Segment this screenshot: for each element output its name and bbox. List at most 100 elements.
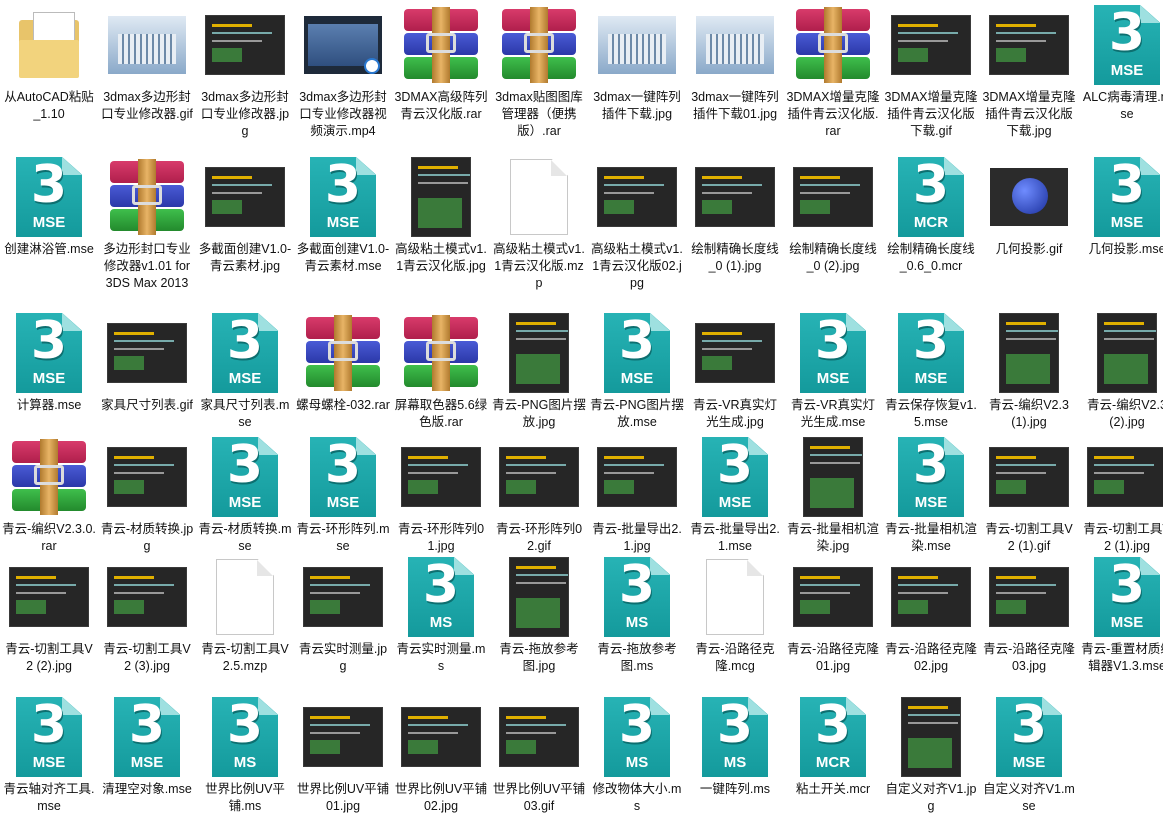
file-item[interactable]: 世界比例UV平铺01.jpg (294, 696, 392, 815)
file-item[interactable]: 青云-沿路径克隆.mcg (686, 556, 784, 675)
image-thumbnail-icon (891, 4, 971, 86)
file-item[interactable]: 自定义对齐V1.jpg (882, 696, 980, 815)
image-thumbnail-icon (989, 556, 1069, 638)
file-item[interactable]: 青云-编织V2.3 (2).jpg (1078, 312, 1163, 431)
file-item[interactable]: 3DMAX增量克隆插件青云汉化版下载.jpg (980, 4, 1078, 140)
file-item[interactable]: 青云-编织V2.3.0.rar (0, 436, 98, 555)
maxscript-file-icon: 3 MSE (1087, 556, 1163, 638)
image-thumbnail-icon (793, 156, 873, 238)
file-item[interactable]: 青云-切割工具V2 (3).jpg (98, 556, 196, 675)
file-item[interactable]: 世界比例UV平铺02.jpg (392, 696, 490, 815)
file-name-label: 绘制精确长度线_0 (2).jpg (789, 242, 877, 273)
file-item[interactable]: 青云-环形阵列01.jpg (392, 436, 490, 555)
winrar-archive-icon (9, 436, 89, 518)
file-name-label: 青云-VR真实灯光生成.mse (790, 398, 876, 429)
file-item[interactable]: 青云-拖放参考图.jpg (490, 556, 588, 675)
file-item[interactable]: 青云-切割工具V2 (1).gif (980, 436, 1078, 555)
maxscript-file-icon: 3 MS (597, 696, 677, 778)
file-item[interactable]: 青云-批量导出2.1.jpg (588, 436, 686, 555)
file-item[interactable]: 3 MSE 青云-环形阵列.mse (294, 436, 392, 555)
file-item[interactable]: 3 MSE 青云-PNG图片摆放.mse (588, 312, 686, 431)
file-item[interactable]: 青云-PNG图片摆放.jpg (490, 312, 588, 431)
file-item[interactable]: 3dmax多边形封口专业修改器.jpg (196, 4, 294, 140)
file-item[interactable]: 3 MSE 几何投影.mse (1078, 156, 1163, 258)
file-item[interactable]: 3 MSE 青云-批量导出2.1.mse (686, 436, 784, 555)
file-name-label: 3DMAX增量克隆插件青云汉化版下载.gif (884, 90, 978, 138)
file-item[interactable]: 3 MSE 创建淋浴管.mse (0, 156, 98, 258)
file-item[interactable]: 青云-切割工具V2 (1).jpg (1078, 436, 1163, 555)
file-item[interactable]: 家具尺寸列表.gif (98, 312, 196, 414)
file-item[interactable]: 3DMAX增量克隆插件青云汉化版.rar (784, 4, 882, 140)
file-item[interactable]: 世界比例UV平铺03.gif (490, 696, 588, 815)
file-item[interactable]: 3 MSE 青云-VR真实灯光生成.mse (784, 312, 882, 431)
image-thumbnail-icon (695, 156, 775, 238)
file-name-label: 青云-切割工具V2 (2).jpg (5, 642, 93, 673)
winrar-archive-icon (401, 4, 481, 86)
file-item[interactable]: 3 MS 一键阵列.ms (686, 696, 784, 798)
file-item[interactable]: 绘制精确长度线_0 (1).jpg (686, 156, 784, 275)
file-item[interactable]: 3 MSE 青云-材质转换.mse (196, 436, 294, 555)
file-name-label: 自定义对齐V1.jpg (885, 782, 977, 813)
file-item[interactable]: 3dmax一键阵列插件下载.jpg (588, 4, 686, 123)
file-item[interactable]: 3 MSE 自定义对齐V1.mse (980, 696, 1078, 815)
file-item[interactable]: 3dmax多边形封口专业修改器.gif (98, 4, 196, 123)
file-name-label: 青云保存恢复v1.5.mse (885, 398, 977, 429)
file-item[interactable]: 青云-切割工具V2 (2).jpg (0, 556, 98, 675)
file-name-label: ALC病毒清理.mse (1082, 90, 1163, 121)
file-item[interactable]: 3DMAX增量克隆插件青云汉化版下载.gif (882, 4, 980, 140)
file-item[interactable]: 3 MSE 青云保存恢复v1.5.mse (882, 312, 980, 431)
file-item[interactable]: 3dmax贴图图库管理器（便携版）.rar (490, 4, 588, 140)
file-item[interactable]: 屏幕取色器5.6绿色版.rar (392, 312, 490, 431)
image-thumbnail-icon (401, 436, 481, 518)
file-item[interactable]: 从AutoCAD粘贴_1.10 (0, 4, 98, 123)
file-item[interactable]: 3 MCR 绘制精确长度线_0.6_0.mcr (882, 156, 980, 275)
image-thumbnail-icon (205, 4, 285, 86)
file-name-label: 家具尺寸列表.mse (200, 398, 290, 429)
winrar-archive-icon (303, 312, 383, 394)
file-item[interactable]: 3 MS 世界比例UV平铺.ms (196, 696, 294, 815)
file-item[interactable]: 青云-材质转换.jpg (98, 436, 196, 555)
file-item[interactable]: 3dmax多边形封口专业修改器视频演示.mp4 (294, 4, 392, 140)
maxscript-file-icon: 3 MCR (793, 696, 873, 778)
file-item[interactable]: 3MSE 青云-重置材质编辑器V1.3.mse (1078, 556, 1163, 675)
file-name-label: 绘制精确长度线_0 (1).jpg (691, 242, 779, 273)
file-item[interactable]: 3 MS 修改物体大小.ms (588, 696, 686, 815)
file-name-label: 青云-沿路径克隆.mcg (695, 642, 775, 673)
file-name-label: 3dmax多边形封口专业修改器.jpg (200, 90, 290, 138)
file-item[interactable]: 青云-沿路径克隆02.jpg (882, 556, 980, 675)
file-item[interactable]: 多边形封口专业修改器v1.01 for 3DS Max 2013 -... (98, 156, 196, 293)
file-item[interactable]: 3 MSE 青云-批量相机渲染.mse (882, 436, 980, 555)
folder-icon (9, 4, 89, 86)
file-item[interactable]: 青云-环形阵列02.gif (490, 436, 588, 555)
file-name-label: 青云-拖放参考图.ms (597, 642, 677, 673)
file-item[interactable]: 高级粘土模式v1.1青云汉化版02.jpg (588, 156, 686, 292)
file-extension-badge: MSE (816, 370, 850, 387)
file-item[interactable]: 3 MS 青云-拖放参考图.ms (588, 556, 686, 675)
file-item[interactable]: 几何投影.gif (980, 156, 1078, 258)
file-item[interactable]: 3DMAX高级阵列青云汉化版.rar (392, 4, 490, 123)
maxscript-file-icon: 3 MSE (891, 312, 971, 394)
file-item[interactable]: 螺母螺栓-032.rar (294, 312, 392, 414)
file-item[interactable]: 3 MSE 青云轴对齐工具.mse (0, 696, 98, 815)
file-item[interactable]: 3 MSE 家具尺寸列表.mse (196, 312, 294, 431)
file-item[interactable]: 青云-VR真实灯光生成.jpg (686, 312, 784, 431)
file-item[interactable]: 青云-沿路径克隆01.jpg (784, 556, 882, 675)
maxscript-file-icon: 3 MSE (107, 696, 187, 778)
file-item[interactable]: 多截面创建V1.0-青云素材.jpg (196, 156, 294, 275)
file-item[interactable]: 青云-批量相机渲染.jpg (784, 436, 882, 555)
file-item[interactable]: 青云-沿路径克隆03.jpg (980, 556, 1078, 675)
file-item[interactable]: 3 MSE 多截面创建V1.0-青云素材.mse (294, 156, 392, 275)
file-item[interactable]: 绘制精确长度线_0 (2).jpg (784, 156, 882, 275)
file-item[interactable]: 青云-切割工具V2.5.mzp (196, 556, 294, 675)
file-item[interactable]: 3 MSE ALC病毒清理.mse (1078, 4, 1163, 123)
file-item[interactable]: 青云-编织V2.3 (1).jpg (980, 312, 1078, 431)
file-item[interactable]: 3dmax一键阵列插件下载01.jpg (686, 4, 784, 123)
maxscript-file-icon: 3 MSE (303, 156, 383, 238)
file-item[interactable]: 3 MSE 计算器.mse (0, 312, 98, 414)
file-item[interactable]: 3 MSE 清理空对象.mse (98, 696, 196, 798)
file-item[interactable]: 3 MS 青云实时测量.ms (392, 556, 490, 675)
file-item[interactable]: 高级粘土模式v1.1青云汉化版.jpg (392, 156, 490, 275)
file-item[interactable]: 高级粘土模式v1.1青云汉化版.mzp (490, 156, 588, 292)
file-item[interactable]: 青云实时测量.jpg (294, 556, 392, 675)
file-item[interactable]: 3 MCR 粘土开关.mcr (784, 696, 882, 798)
